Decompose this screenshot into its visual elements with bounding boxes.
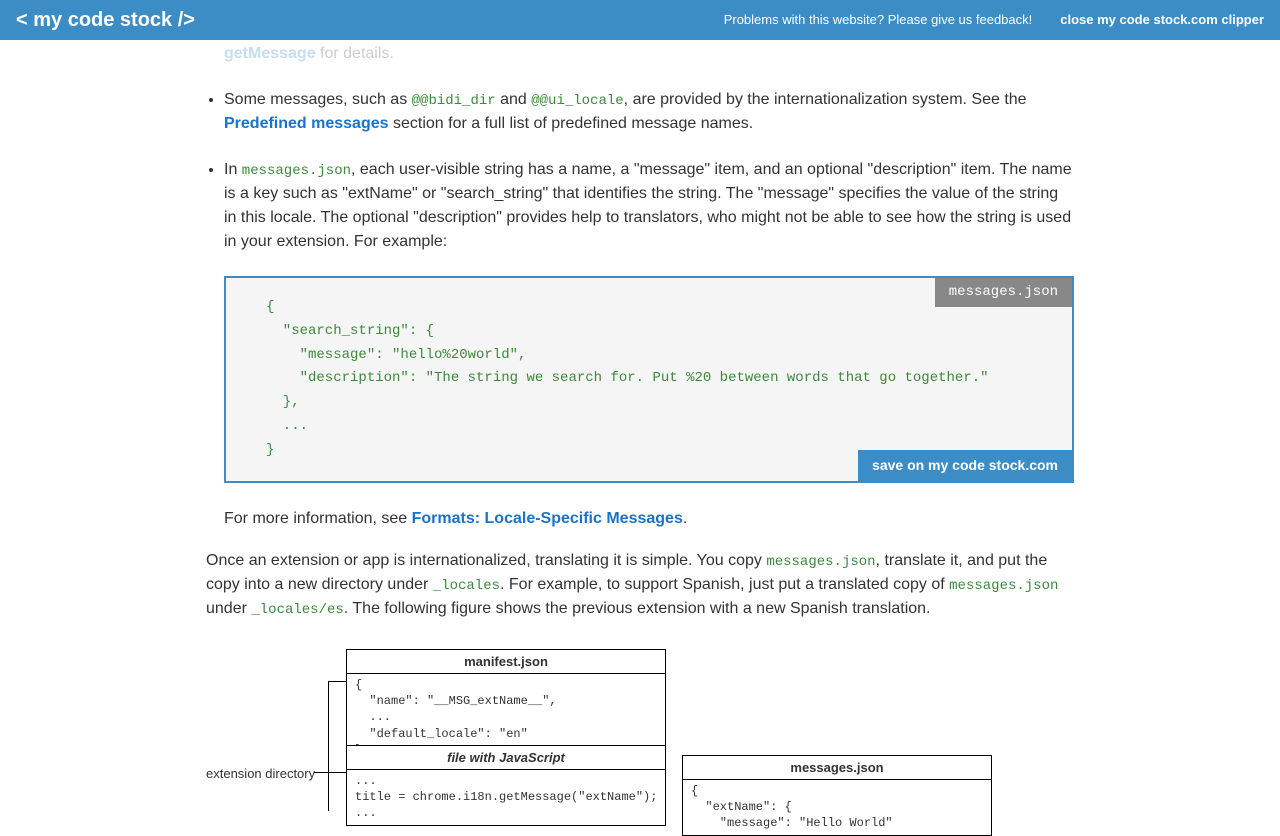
feedback-link[interactable]: Problems with this website? Please give … <box>724 10 1033 30</box>
figure-extension-structure: extension directory manifest.json { "nam… <box>206 649 1074 829</box>
code-inline: messages.json <box>949 578 1058 594</box>
clipper-logo: < my code stock /> <box>16 5 195 35</box>
code-inline: _locales/es <box>251 602 343 618</box>
list-item: Some messages, such as @@bidi_dir and @@… <box>224 88 1074 136</box>
figure-box-title: messages.json <box>683 756 991 781</box>
text: , each user-visible string has a name, a… <box>224 161 1072 250</box>
formats-locale-link[interactable]: Formats: Locale-Specific Messages <box>412 510 683 527</box>
code-inline: messages.json <box>766 554 875 570</box>
code-inline: _locales <box>433 578 500 594</box>
close-clipper-button[interactable]: close my code stock.com clipper <box>1060 10 1264 30</box>
figure-box-content: { "extName": { "message": "Hello World" <box>683 780 991 835</box>
figure-box-title: file with JavaScript <box>347 746 665 771</box>
text: section for a full list of predefined me… <box>389 115 754 132</box>
text: . The following figure shows the previou… <box>344 600 931 617</box>
paragraph: For more information, see Formats: Local… <box>224 507 1074 531</box>
code-inline: @@bidi_dir <box>412 93 496 109</box>
code-block-filename: messages.json <box>935 278 1072 307</box>
code-block: messages.json { "search_string": { "mess… <box>224 276 1074 483</box>
text: under <box>206 600 251 617</box>
figure-label-extension-directory: extension directory <box>206 764 315 784</box>
save-snippet-button[interactable]: save on my code stock.com <box>858 450 1072 481</box>
figure-box-messages: messages.json { "extName": { "message": … <box>682 755 992 836</box>
doc-bullet-list: ...In each call to getMessage(), you can… <box>206 18 1074 254</box>
clipper-actions: Problems with this website? Please give … <box>724 10 1264 30</box>
predefined-messages-link[interactable]: Predefined messages <box>224 115 389 132</box>
figure-connector <box>328 772 346 773</box>
text: In <box>224 161 242 178</box>
figure-box-content: ... title = chrome.i18n.getMessage("extN… <box>347 770 665 825</box>
text: and <box>496 91 532 108</box>
paragraph: Once an extension or app is internationa… <box>206 549 1074 621</box>
text: for details. <box>316 45 394 62</box>
text: . For example, to support Spanish, just … <box>500 576 949 593</box>
text: For more information, see <box>224 510 412 527</box>
clipper-topbar: < my code stock /> Problems with this we… <box>0 0 1280 40</box>
text: Once an extension or app is internationa… <box>206 552 766 569</box>
list-item: In messages.json, each user-visible stri… <box>224 158 1074 254</box>
figure-box-javascript: file with JavaScript ... title = chrome.… <box>346 745 666 826</box>
code-inline: messages.json <box>242 163 351 179</box>
text: . <box>683 510 687 527</box>
main-content: ...In each call to getMessage(), you can… <box>0 18 1280 829</box>
figure-connector <box>328 681 346 682</box>
text: Some messages, such as <box>224 91 412 108</box>
figure-connector <box>328 681 329 811</box>
text: , are provided by the internationalizati… <box>624 91 1027 108</box>
figure-box-title: manifest.json <box>347 650 665 675</box>
code-inline: @@ui_locale <box>531 93 623 109</box>
